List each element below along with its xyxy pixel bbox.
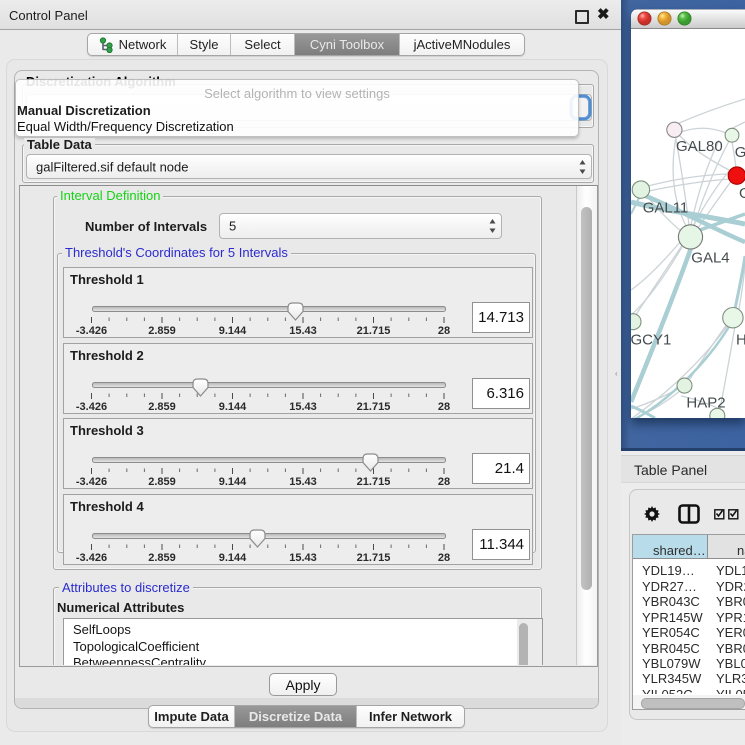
svg-text:GAL: GAL	[735, 144, 745, 161]
svg-text:GCY1: GCY1	[631, 332, 671, 349]
svg-text:H: H	[736, 332, 745, 349]
svg-text:HAP2: HAP2	[686, 395, 725, 412]
svg-text:GAL80: GAL80	[676, 138, 723, 155]
svg-text:G: G	[739, 185, 745, 202]
svg-text:GAL11: GAL11	[643, 200, 689, 217]
svg-text:GAL4: GAL4	[691, 250, 729, 267]
